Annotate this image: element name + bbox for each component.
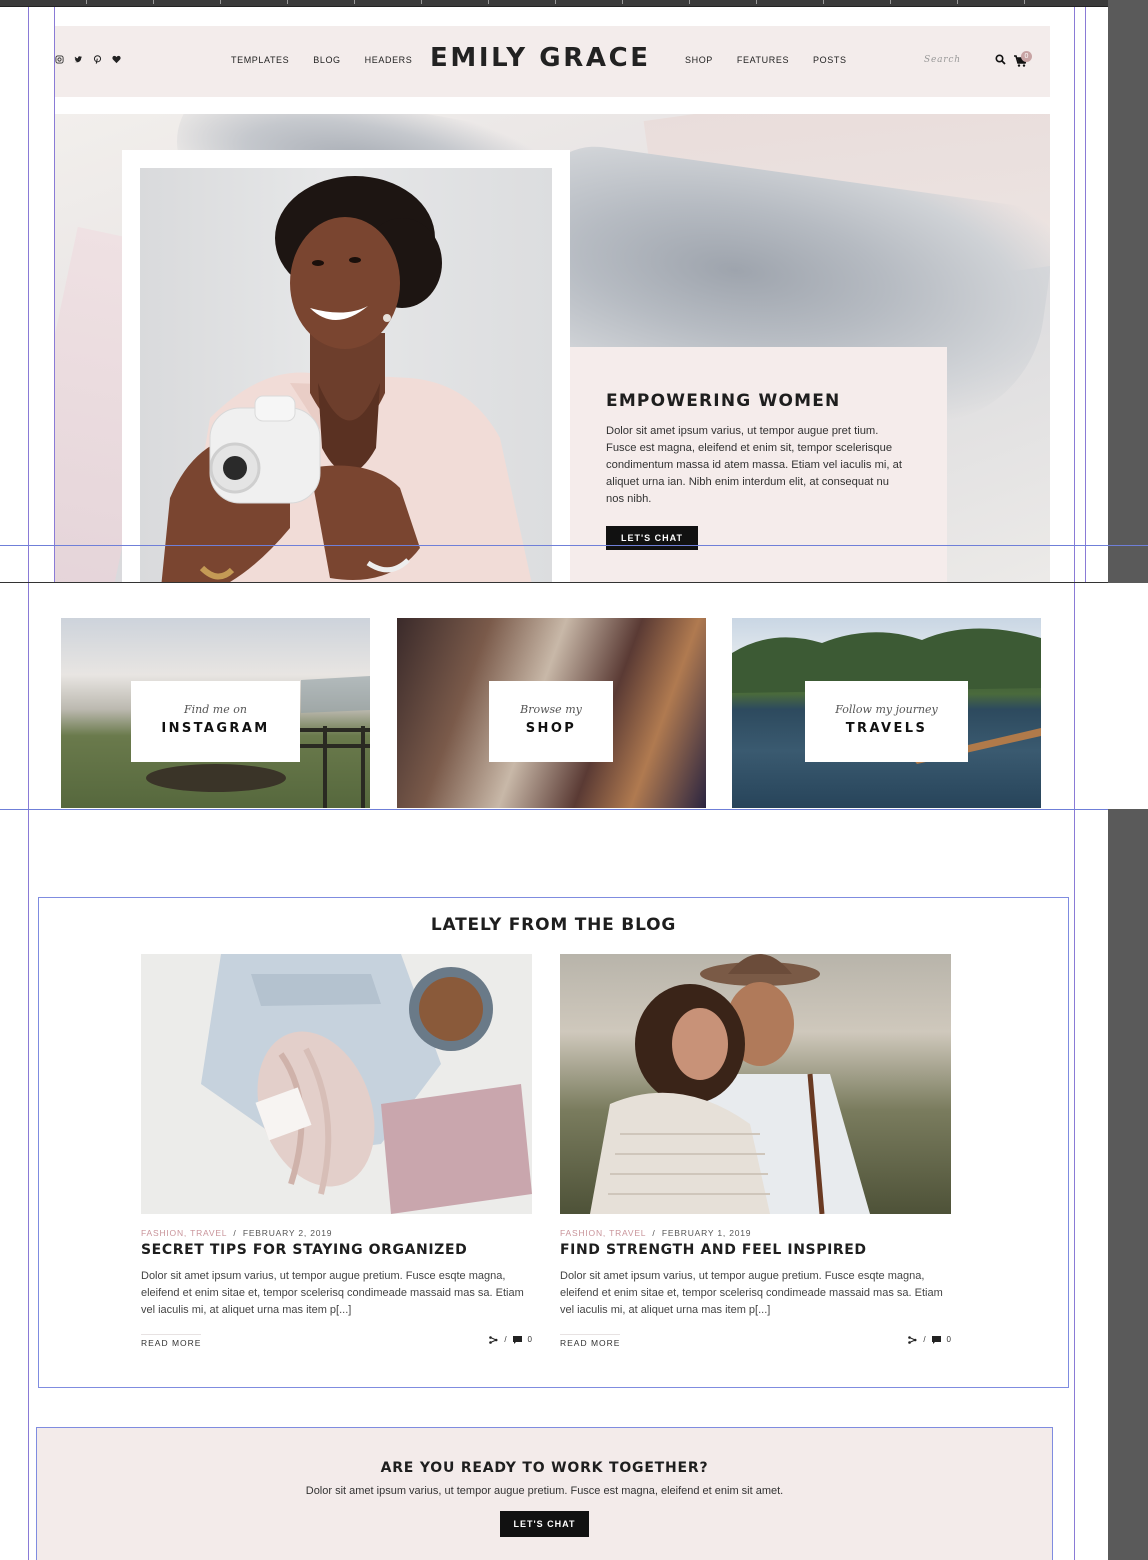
hero-title: EMPOWERING WOMEN bbox=[606, 391, 841, 411]
nav-item-blog[interactable]: BLOG bbox=[313, 55, 340, 65]
cta-title: ARE YOU READY TO WORK TOGETHER? bbox=[380, 1460, 709, 1476]
layout-guide bbox=[54, 7, 55, 583]
post-image[interactable] bbox=[141, 954, 532, 1214]
shop-tile-label: Browse my SHOP bbox=[489, 681, 613, 762]
nav-item-headers[interactable]: HEADERS bbox=[365, 55, 413, 65]
travels-tile-label: Follow my journey TRAVELS bbox=[805, 681, 968, 762]
instagram-tile-label: Find me on INSTAGRAM bbox=[131, 681, 300, 762]
blog-post-card: FASHION, TRAVEL / FEBRUARY 2, 2019 SECRE… bbox=[141, 954, 532, 1348]
layout-guide bbox=[0, 545, 1148, 546]
comment-count: 0 bbox=[946, 1335, 951, 1344]
tile-small-text: Browse my bbox=[520, 703, 582, 716]
flatlay-illustration bbox=[201, 954, 532, 1214]
post-title[interactable]: SECRET TIPS FOR STAYING ORGANIZED bbox=[141, 1242, 532, 1258]
post-excerpt: Dolor sit amet ipsum varius, ut tempor a… bbox=[141, 1270, 524, 1316]
post-category[interactable]: FASHION bbox=[560, 1228, 603, 1238]
share-icon[interactable] bbox=[489, 1335, 498, 1344]
post-image[interactable] bbox=[560, 954, 951, 1214]
tile-big-text: SHOP bbox=[525, 721, 577, 736]
hero-photo bbox=[140, 168, 552, 582]
nav-item-shop[interactable]: SHOP bbox=[685, 55, 713, 65]
hero-photo-frame bbox=[122, 150, 570, 582]
woman-with-camera-illustration bbox=[161, 176, 532, 582]
search-icon[interactable] bbox=[995, 54, 1006, 65]
post-meta: FASHION, TRAVEL / FEBRUARY 1, 2019 bbox=[560, 1228, 752, 1238]
post-category[interactable]: FASHION bbox=[141, 1228, 184, 1238]
read-more-link[interactable]: READ MORE bbox=[560, 1334, 621, 1348]
twitter-icon[interactable] bbox=[74, 55, 83, 64]
heart-icon[interactable] bbox=[112, 55, 121, 64]
nav-left: TEMPLATES BLOG HEADERS bbox=[231, 55, 412, 65]
editor-right-gutter bbox=[1108, 0, 1148, 1560]
post-category[interactable]: TRAVEL bbox=[190, 1228, 227, 1238]
blog-section: LATELY FROM THE BLOG FASHION, TRAVEL / F… bbox=[38, 897, 1069, 1388]
tile-big-text: TRAVELS bbox=[845, 721, 928, 736]
blog-section-title: LATELY FROM THE BLOG bbox=[430, 915, 677, 935]
cta-lets-chat-button[interactable]: LET'S CHAT bbox=[499, 1511, 590, 1537]
layout-guide bbox=[0, 809, 1108, 810]
shop-tile[interactable]: Browse my SHOP bbox=[397, 618, 706, 808]
share-icon[interactable] bbox=[908, 1335, 917, 1344]
post-meta: FASHION, TRAVEL / FEBRUARY 2, 2019 bbox=[141, 1228, 333, 1238]
cta-section: ARE YOU READY TO WORK TOGETHER? Dolor si… bbox=[36, 1427, 1053, 1560]
post-excerpt: Dolor sit amet ipsum varius, ut tempor a… bbox=[560, 1270, 943, 1316]
post-actions: / 0 bbox=[489, 1335, 532, 1344]
tile-big-text: INSTAGRAM bbox=[161, 721, 270, 736]
post-category[interactable]: TRAVEL bbox=[609, 1228, 646, 1238]
site-header: TEMPLATES BLOG HEADERS EMILY GRACE SHOP … bbox=[55, 26, 1050, 97]
comment-icon[interactable] bbox=[931, 1335, 941, 1344]
layout-guide bbox=[28, 7, 29, 1560]
travels-tile[interactable]: Follow my journey TRAVELS bbox=[732, 618, 1041, 808]
tile-small-text: Find me on bbox=[184, 703, 247, 716]
post-actions: / 0 bbox=[908, 1335, 951, 1344]
post-title[interactable]: FIND STRENGTH AND FEEL INSPIRED bbox=[560, 1242, 951, 1258]
social-links bbox=[55, 55, 121, 64]
instagram-icon[interactable] bbox=[55, 55, 64, 64]
instagram-tile[interactable]: Find me on INSTAGRAM bbox=[61, 618, 370, 808]
hero-text: Dolor sit amet ipsum varius, ut tempor a… bbox=[606, 425, 902, 505]
tile-small-text: Follow my journey bbox=[835, 703, 938, 716]
read-more-link[interactable]: READ MORE bbox=[141, 1334, 202, 1348]
hero-section: EMPOWERING WOMEN Dolor sit amet ipsum va… bbox=[55, 114, 1050, 582]
editor-top-ruler bbox=[0, 0, 1148, 7]
search-input[interactable]: Search bbox=[924, 55, 961, 65]
nav-item-templates[interactable]: TEMPLATES bbox=[231, 55, 289, 65]
nav-right: SHOP FEATURES POSTS bbox=[685, 55, 847, 65]
hero-lets-chat-button[interactable]: LET'S CHAT bbox=[606, 526, 698, 550]
comment-icon[interactable] bbox=[512, 1335, 522, 1344]
nav-item-features[interactable]: FEATURES bbox=[737, 55, 789, 65]
cta-text: Dolor sit amet ipsum varius, ut tempor a… bbox=[305, 1485, 784, 1497]
pinterest-icon[interactable] bbox=[93, 55, 102, 64]
hero-card: EMPOWERING WOMEN Dolor sit amet ipsum va… bbox=[570, 347, 947, 582]
layout-guide bbox=[1085, 7, 1086, 583]
comment-count: 0 bbox=[527, 1335, 532, 1344]
blog-post-card: FASHION, TRAVEL / FEBRUARY 1, 2019 FIND … bbox=[560, 954, 951, 1348]
post-footer: READ MORE / 0 bbox=[141, 1333, 532, 1348]
cart-count-badge: 0 bbox=[1021, 51, 1032, 62]
post-date: FEBRUARY 2, 2019 bbox=[242, 1228, 333, 1238]
layout-guide bbox=[1074, 7, 1075, 1560]
nav-item-posts[interactable]: POSTS bbox=[813, 55, 847, 65]
layout-guide bbox=[0, 582, 1108, 583]
couple-illustration bbox=[590, 954, 870, 1214]
post-footer: READ MORE / 0 bbox=[560, 1333, 951, 1348]
post-date: FEBRUARY 1, 2019 bbox=[661, 1228, 752, 1238]
site-logo[interactable]: EMILY GRACE bbox=[430, 43, 651, 73]
